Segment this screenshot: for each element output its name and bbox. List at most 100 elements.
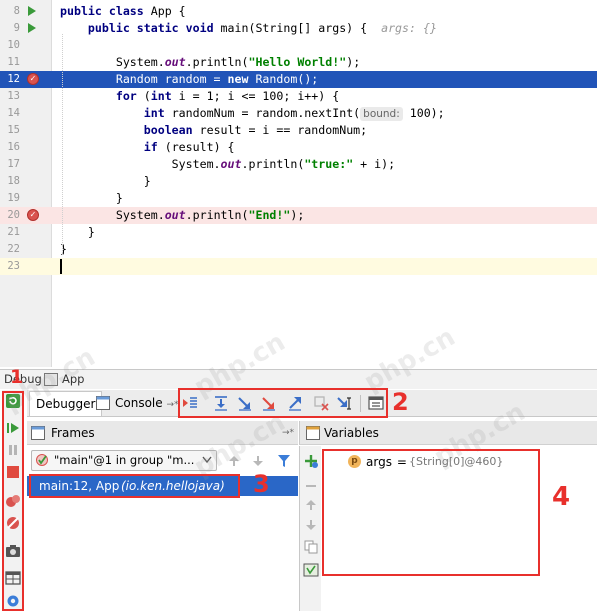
code-line[interactable]: 17 System.out.println("true:" + i); xyxy=(0,156,597,173)
annotation-number-4: 4 xyxy=(552,482,571,512)
annotation-box-2 xyxy=(178,388,388,418)
run-gutter-icon[interactable] xyxy=(28,23,36,33)
code-token: System. xyxy=(60,208,165,222)
code-line[interactable]: 23 xyxy=(0,258,597,275)
line-number[interactable]: 15 xyxy=(0,122,20,139)
code-text[interactable]: int randomNum = random.nextInt(bound: 10… xyxy=(60,105,445,122)
code-text[interactable]: Random random = new Random(); xyxy=(60,71,318,88)
indent-guide xyxy=(62,34,63,255)
code-line[interactable]: 12 Random random = new Random(); xyxy=(0,71,597,88)
move-down-icon[interactable] xyxy=(304,518,318,532)
code-token: int xyxy=(150,89,179,103)
move-up-icon[interactable] xyxy=(304,498,318,512)
code-line[interactable]: 20 System.out.println("End!"); xyxy=(0,207,597,224)
code-token: "Hello World!" xyxy=(248,55,347,69)
code-token: ); xyxy=(290,208,305,222)
annotation-number-3: 3 xyxy=(253,470,270,498)
code-token: main(String[] args) { xyxy=(220,21,382,35)
line-number[interactable]: 20 xyxy=(0,207,20,224)
annotation-number-1: 1 xyxy=(10,366,24,388)
text-caret xyxy=(60,259,62,274)
line-number[interactable]: 10 xyxy=(0,37,20,54)
code-text[interactable]: boolean result = i == randomNum; xyxy=(60,122,367,139)
breakpoint-icon[interactable]: ✓ xyxy=(27,73,39,85)
code-line[interactable]: 9 public static void main(String[] args)… xyxy=(0,20,597,37)
code-token: "End!" xyxy=(248,208,291,222)
line-number[interactable]: 21 xyxy=(0,224,20,241)
code-token: } xyxy=(60,225,95,239)
line-number[interactable]: 17 xyxy=(0,156,20,173)
breakpoint-icon[interactable]: ✓ xyxy=(27,209,39,221)
frames-icon xyxy=(31,426,45,440)
line-number[interactable]: 16 xyxy=(0,139,20,156)
code-text[interactable]: } xyxy=(60,173,151,190)
tab-console-label: Console xyxy=(115,396,163,410)
line-number[interactable]: 8 xyxy=(0,3,20,20)
copy-icon[interactable] xyxy=(304,540,318,554)
line-number[interactable]: 23 xyxy=(0,258,20,275)
code-line[interactable]: 22} xyxy=(0,241,597,258)
filter-icon[interactable] xyxy=(277,454,291,468)
line-number[interactable]: 9 xyxy=(0,20,20,37)
code-token: public class xyxy=(60,4,151,18)
annotation-box-1 xyxy=(2,391,24,611)
remove-watch-icon[interactable] xyxy=(304,479,318,493)
code-token: System. xyxy=(60,157,221,171)
code-text[interactable]: } xyxy=(60,224,95,241)
code-text[interactable]: for (int i = 1; i <= 100; i++) { xyxy=(60,88,339,105)
code-text[interactable]: System.out.println("true:" + i); xyxy=(60,156,395,173)
code-text[interactable]: public static void main(String[] args) {… xyxy=(60,20,437,37)
code-token: } xyxy=(60,191,123,205)
line-number[interactable]: 14 xyxy=(0,105,20,122)
code-token: boolean xyxy=(143,123,200,137)
code-token: 100); xyxy=(402,106,445,120)
code-line[interactable]: 16 if (result) { xyxy=(0,139,597,156)
watches-layout-icon[interactable] xyxy=(303,562,319,578)
code-text[interactable]: System.out.println("End!"); xyxy=(60,207,305,224)
code-token: (result) { xyxy=(164,140,235,154)
code-line[interactable]: 21 } xyxy=(0,224,597,241)
code-line[interactable]: 11 System.out.println("Hello World!"); xyxy=(0,54,597,71)
code-token: i = 1; i <= 100; i++) { xyxy=(178,89,340,103)
code-token: out xyxy=(164,208,186,222)
code-line[interactable]: 14 int randomNum = random.nextInt(bound:… xyxy=(0,105,597,122)
thread-suspended-icon xyxy=(36,454,48,466)
code-token: for xyxy=(115,89,144,103)
code-text[interactable]: System.out.println("Hello World!"); xyxy=(60,54,360,71)
run-gutter-icon[interactable] xyxy=(28,6,36,16)
code-token: App { xyxy=(150,4,186,18)
code-line[interactable]: 18 } xyxy=(0,173,597,190)
code-token: "true:" xyxy=(304,157,354,171)
parameter-hint: bound: xyxy=(360,107,403,121)
variables-title: Variables xyxy=(324,426,379,440)
line-number[interactable]: 19 xyxy=(0,190,20,207)
code-line[interactable]: 19 } xyxy=(0,190,597,207)
variables-side-toolbar xyxy=(299,446,321,611)
code-text[interactable]: if (result) { xyxy=(60,139,235,156)
annotation-number-2: 2 xyxy=(392,388,409,416)
line-number[interactable]: 12 xyxy=(0,71,20,88)
code-token: out xyxy=(220,157,242,171)
line-number[interactable]: 18 xyxy=(0,173,20,190)
code-token: result = i == randomNum; xyxy=(199,123,368,137)
code-editor[interactable]: 8 public class App {9 public static void … xyxy=(0,0,597,367)
line-number[interactable]: 22 xyxy=(0,241,20,258)
code-line[interactable]: 15 boolean result = i == randomNum; xyxy=(0,122,597,139)
line-number[interactable]: 13 xyxy=(0,88,20,105)
code-line[interactable]: 8 public class App { xyxy=(0,3,597,20)
code-line[interactable]: 13 for (int i = 1; i <= 100; i++) { xyxy=(0,88,597,105)
code-text[interactable]: public class App { xyxy=(60,3,186,20)
thread-selector[interactable]: "main"@1 in group "m... xyxy=(31,450,217,471)
tab-console[interactable]: Console →* xyxy=(91,391,185,416)
line-number[interactable]: 11 xyxy=(0,54,20,71)
thread-selector-value: "main"@1 in group "m... xyxy=(54,453,195,467)
next-frame-arrow-icon[interactable] xyxy=(251,454,265,468)
console-icon xyxy=(96,396,110,410)
new-watch-icon[interactable] xyxy=(303,453,319,469)
code-line[interactable]: 10 xyxy=(0,37,597,54)
code-token: System. xyxy=(60,55,165,69)
code-text[interactable]: } xyxy=(60,190,123,207)
code-token: randomNum = random.nextInt( xyxy=(171,106,361,120)
frames-title: Frames xyxy=(51,426,95,440)
